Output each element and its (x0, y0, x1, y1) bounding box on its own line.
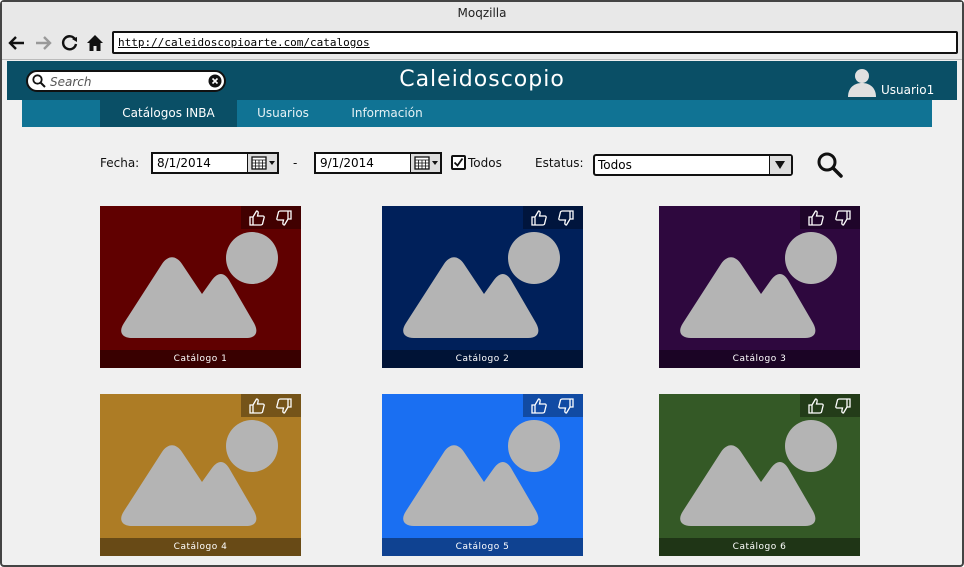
reload-icon[interactable] (61, 34, 79, 52)
date-to-field[interactable]: 9/1/2014 (314, 152, 442, 174)
catalog-title: Catálogo 4 (100, 538, 301, 556)
status-select[interactable]: Todos (593, 154, 793, 176)
reactions-bar (523, 206, 583, 229)
back-arrow-icon[interactable] (8, 34, 26, 52)
catalog-card[interactable]: Catálogo 6 (659, 394, 860, 556)
calendar-icon (414, 156, 438, 170)
date-separator: - (293, 156, 298, 170)
search-button[interactable] (816, 151, 844, 179)
thumbs-down-icon[interactable] (557, 397, 575, 415)
reactions-bar (523, 394, 583, 417)
app-title: Caleidoscopio (399, 67, 565, 92)
image-placeholder-icon (403, 232, 560, 338)
catalog-title: Catálogo 3 (659, 350, 860, 368)
forward-arrow-icon[interactable] (34, 34, 52, 52)
window-title: Moqzilla (2, 2, 962, 26)
catalog-card[interactable]: Catálogo 3 (659, 206, 860, 368)
catalog-card[interactable]: Catálogo 1 (100, 206, 301, 368)
catalog-title: Catálogo 2 (382, 350, 583, 368)
catalog-card[interactable]: Catálogo 4 (100, 394, 301, 556)
image-placeholder-icon (680, 232, 837, 338)
status-label: Estatus: (535, 156, 584, 170)
thumbs-down-icon[interactable] (834, 209, 852, 227)
thumbs-down-icon[interactable] (275, 397, 293, 415)
browser-window: Moqzilla http://caleidoscopioarte.com/ca… (0, 0, 964, 567)
tab-catalogos[interactable]: Catálogos INBA (100, 100, 237, 127)
catalog-card[interactable]: Catálogo 5 (382, 394, 583, 556)
calendar-picker-button[interactable] (410, 154, 440, 172)
image-placeholder-icon (403, 420, 560, 526)
image-placeholder-icon (680, 420, 837, 526)
address-bar[interactable]: http://caleidoscopioarte.com/catalogos (112, 31, 958, 54)
todos-label: Todos (468, 156, 502, 170)
chevron-down-icon (775, 161, 785, 169)
reactions-bar (800, 394, 860, 417)
image-placeholder-icon (121, 232, 278, 338)
app-header: Search Caleidoscopio Usuario1 (7, 61, 957, 100)
status-value: Todos (598, 158, 632, 172)
catalog-card[interactable]: Catálogo 2 (382, 206, 583, 368)
catalog-title: Catálogo 5 (382, 538, 583, 556)
calendar-icon (251, 156, 275, 170)
user-name: Usuario1 (881, 83, 935, 97)
thumbs-down-icon[interactable] (834, 397, 852, 415)
thumbs-down-icon[interactable] (275, 209, 293, 227)
browser-toolbar: http://caleidoscopioarte.com/catalogos (2, 26, 962, 60)
tab-informacion[interactable]: Información (332, 100, 442, 127)
tab-usuarios[interactable]: Usuarios (240, 100, 326, 127)
thumbs-down-icon[interactable] (557, 209, 575, 227)
thumbs-up-icon[interactable] (807, 209, 825, 227)
image-placeholder-icon (121, 420, 278, 526)
date-label: Fecha: (100, 156, 140, 170)
calendar-picker-button[interactable] (247, 154, 277, 172)
filter-bar: Fecha: 8/1/2014 - 9/1/2014 Todos Estatus… (7, 150, 957, 178)
thumbs-up-icon[interactable] (248, 209, 266, 227)
catalog-title: Catálogo 1 (100, 350, 301, 368)
date-to-value: 9/1/2014 (320, 156, 374, 170)
user-avatar-icon (848, 69, 876, 97)
reactions-bar (800, 206, 860, 229)
page-viewport: Search Caleidoscopio Usuario1 Catálogos … (7, 60, 957, 565)
thumbs-up-icon[interactable] (248, 397, 266, 415)
catalog-title: Catálogo 6 (659, 538, 860, 556)
todos-checkbox[interactable] (451, 155, 466, 170)
dropdown-button[interactable] (769, 156, 791, 174)
thumbs-up-icon[interactable] (530, 397, 548, 415)
reactions-bar (241, 206, 301, 229)
tab-bar: Catálogos INBA Usuarios Información (22, 100, 932, 127)
thumbs-up-icon[interactable] (807, 397, 825, 415)
date-from-field[interactable]: 8/1/2014 (151, 152, 279, 174)
checkmark-icon (453, 157, 464, 167)
home-icon[interactable] (86, 34, 104, 52)
date-from-value: 8/1/2014 (157, 156, 211, 170)
reactions-bar (241, 394, 301, 417)
thumbs-up-icon[interactable] (530, 209, 548, 227)
